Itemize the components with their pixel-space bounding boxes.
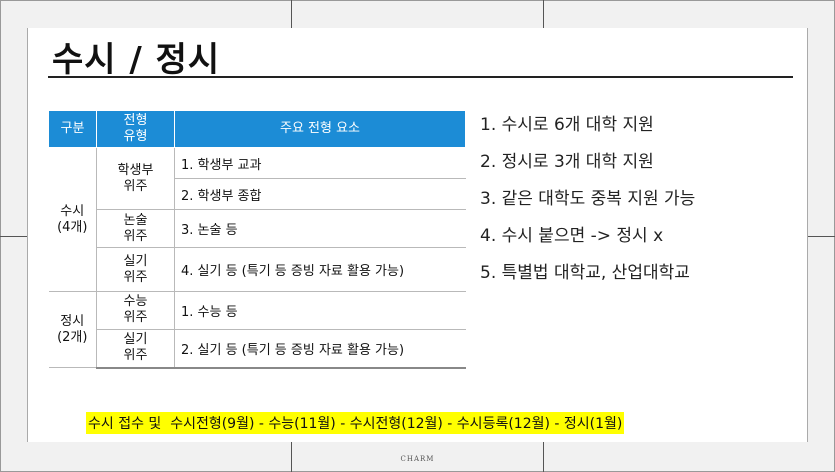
table-row: 실기 위주 4. 실기 등 (특기 등 증빙 자료 활용 가능) [49, 247, 466, 292]
table-row: 논술 위주 3. 논술 등 [49, 209, 466, 248]
footer-logo-text: CHARM [400, 455, 435, 463]
type-cell: 실기 위주 [96, 329, 175, 369]
header-type: 전형 유형 [96, 110, 175, 148]
group-label-susi: 수시 (4개) [48, 147, 97, 292]
type-cell: 학생부 위주 [96, 147, 175, 210]
note-item: 2. 정시로 3개 대학 지원 [480, 152, 654, 172]
element-cell: 2. 실기 등 (특기 등 증빙 자료 활용 가능) [174, 329, 466, 369]
note-item: 4. 수시 붙으면 -> 정시 x [480, 226, 664, 246]
guide-line [543, 0, 544, 28]
guide-line [0, 236, 28, 237]
note-item: 1. 수시로 6개 대학 지원 [480, 115, 654, 135]
table-row: 정시 (2개) 수능 위주 1. 수능 등 [48, 291, 466, 368]
group-label-jeongsi: 정시 (2개) [48, 291, 97, 368]
type-cell: 논술 위주 [96, 209, 175, 248]
element-cell: 2. 학생부 종합 [174, 178, 466, 210]
guide-line [291, 0, 292, 28]
element-cell: 1. 학생부 교과 [174, 147, 466, 179]
guide-line [807, 28, 808, 442]
note-item: 5. 특별법 대학교, 산업대학교 [480, 263, 690, 283]
notes-list: 1. 수시로 6개 대학 지원 2. 정시로 3개 대학 지원 3. 같은 대학… [480, 112, 695, 297]
title-underline [48, 76, 793, 78]
type-cell: 실기 위주 [96, 247, 175, 292]
element-cell: 1. 수능 등 [174, 291, 466, 330]
admission-table: 구분 전형 유형 주요 전형 요소 수시 (4개) 학생부 위주 1. 학생부 … [48, 110, 466, 369]
schedule-banner: 수시 접수 및 수시전형(9월) - 수능(11월) - 수시전형(12월) -… [86, 412, 625, 434]
table-header-row: 구분 전형 유형 주요 전형 요소 [48, 110, 466, 148]
type-cell: 수능 위주 [96, 291, 175, 330]
guide-line [807, 236, 835, 237]
header-category: 구분 [48, 110, 97, 148]
note-item: 3. 같은 대학도 중복 지원 가능 [480, 189, 696, 209]
slide-frame: 수시 / 정시 구분 전형 유형 주요 전형 요소 수시 (4개) 학생부 위주… [0, 0, 835, 472]
table-row: 실기 위주 2. 실기 등 (특기 등 증빙 자료 활용 가능) [49, 329, 466, 369]
header-elements: 주요 전형 요소 [174, 110, 466, 148]
element-cell: 4. 실기 등 (특기 등 증빙 자료 활용 가능) [174, 247, 466, 292]
slide-title: 수시 / 정시 [52, 40, 221, 80]
element-cell: 3. 논술 등 [174, 209, 466, 248]
table-row: 수시 (4개) 학생부 위주 1. 학생부 교과 [48, 147, 466, 292]
guide-line [0, 0, 835, 1]
